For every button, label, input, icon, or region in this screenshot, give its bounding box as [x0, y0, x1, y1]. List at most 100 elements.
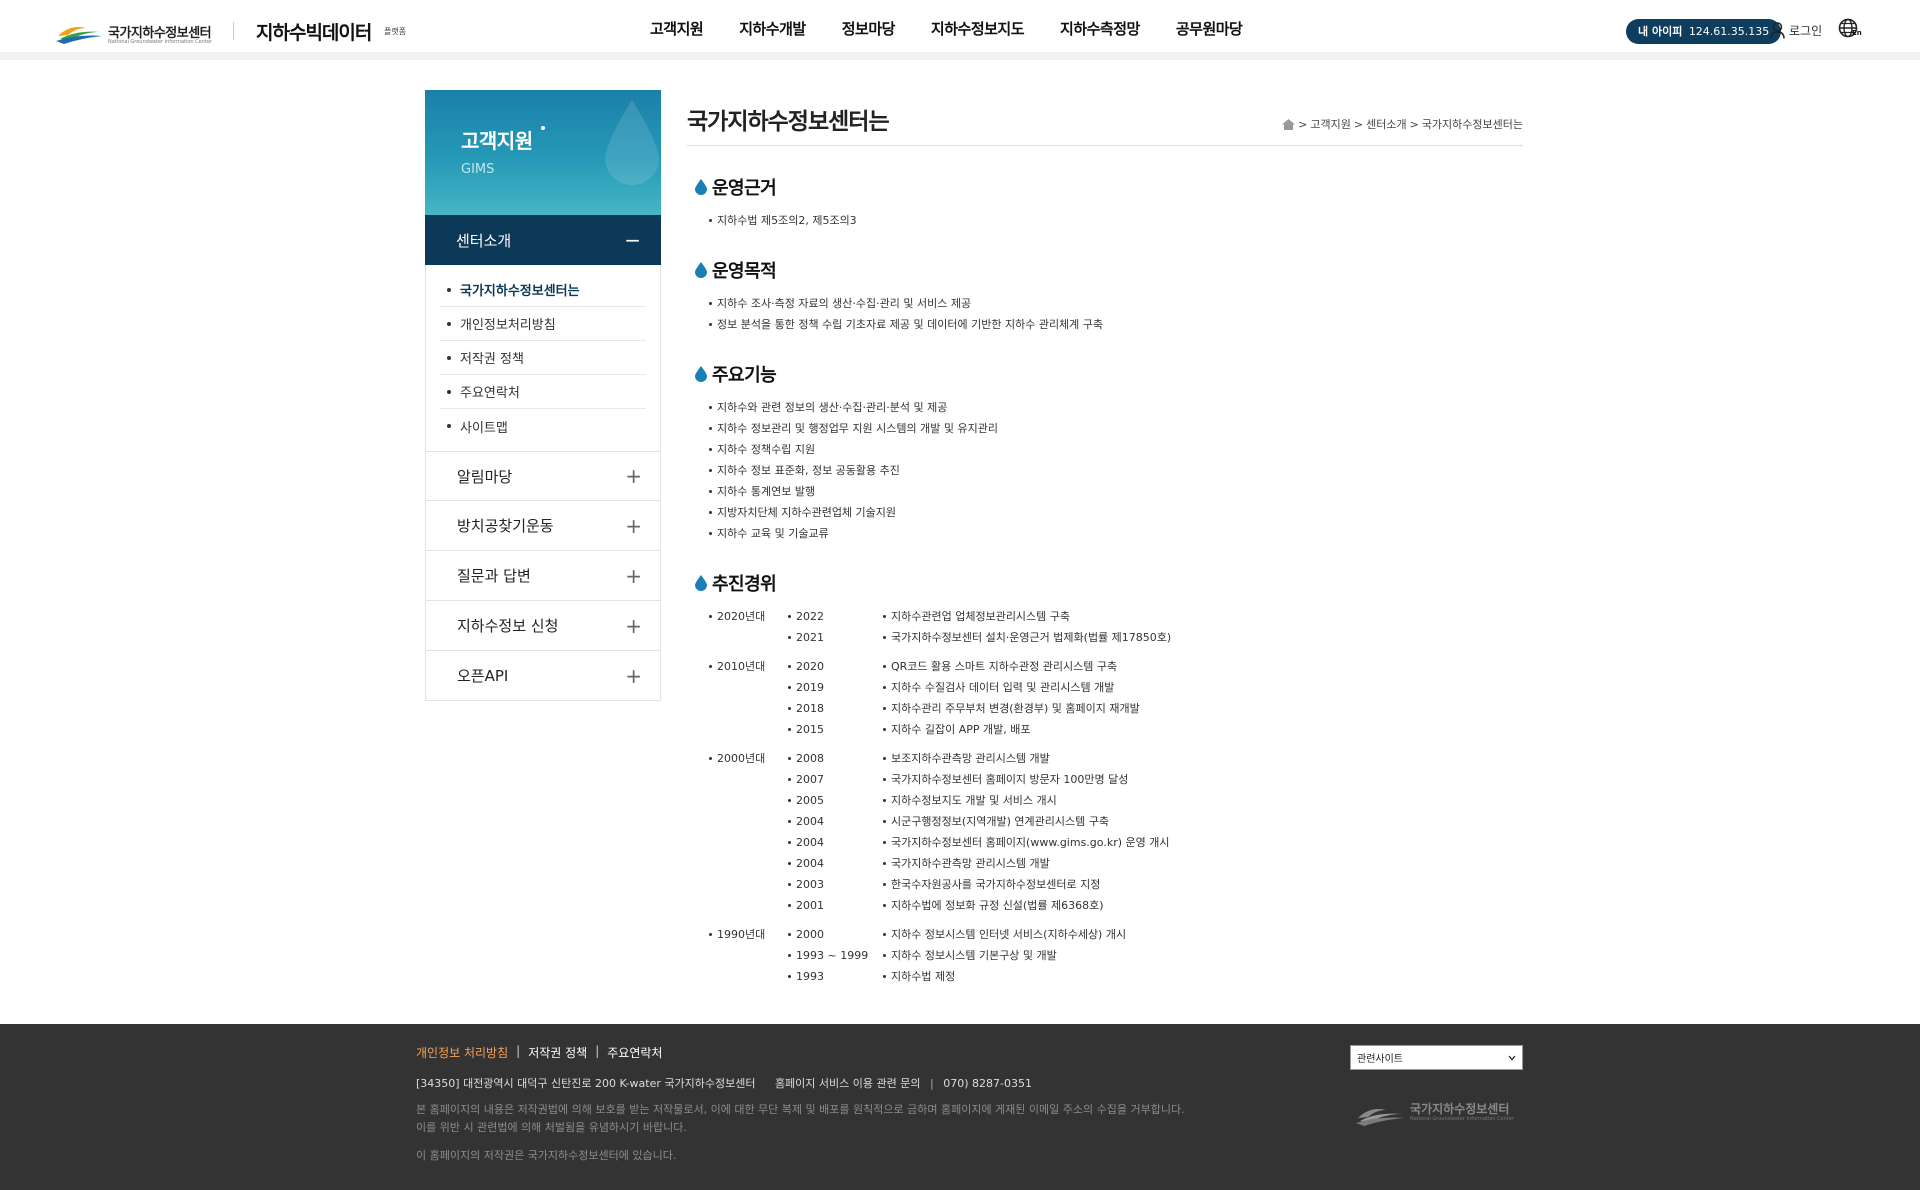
inquiry-label: 홈페이지 서비스 이용 관련 문의 [774, 1077, 921, 1090]
list-item: 지하수 정책수립 지원 [709, 441, 998, 462]
history-event: 2008 보조지하수관측망 관리시스템 개발 [709, 750, 1050, 771]
footer-link-privacy[interactable]: 개인정보 처리방침 [416, 1044, 508, 1061]
submenu-item-privacy[interactable]: 개인정보처리방침 [440, 307, 646, 341]
water-drop-icon [695, 262, 707, 278]
footer-links: 개인정보 처리방침 | 저작권 정책 | 주요연락처 [416, 1044, 662, 1061]
history-event: 1993 지하수법 제정 [709, 968, 955, 989]
notice-line: 이를 위반 시 관련법에 의해 처벌됨을 유념하시기 바랍니다. [416, 1121, 687, 1134]
logo-divider [233, 22, 234, 40]
nav-groundwater-map[interactable]: 지하수정보지도 [931, 18, 1025, 39]
sidebar-item-label: 방치공찾기운동 [457, 517, 554, 535]
event-year: 2015 [788, 721, 824, 738]
sidebar-header: 고객지원 GIMS [425, 90, 661, 215]
water-drop-decoration-icon [605, 100, 659, 185]
event-text: 지하수 정보시스템 인터넷 서비스(지하수세상) 개시 [883, 926, 1126, 943]
logo-swoosh-icon [56, 27, 102, 44]
bullet-icon [447, 424, 451, 428]
nav-information[interactable]: 정보마당 [842, 18, 896, 39]
collapse-icon: − [624, 228, 641, 252]
main-content: 국가지하수정보센터는 > 고객지원 > 센터소개 > 국가지하수정보센터는 운영… [687, 90, 1523, 983]
breadcrumb-separator: > [1298, 117, 1308, 131]
sidebar-item-info-request[interactable]: 지하수정보 신청 + [425, 601, 661, 651]
history-event: 2020 QR코드 활용 스마트 지하수관정 관리시스템 구축 [709, 658, 1117, 679]
footer-logo-subtitle: National Groundwater Information Center [1410, 1116, 1515, 1122]
phone-number: 070) 8287-0351 [943, 1077, 1032, 1090]
expand-icon: + [625, 513, 642, 538]
history-event: 2018 지하수관리 주무부처 변경(환경부) 및 홈페이지 재개발 [709, 700, 1140, 721]
sidebar-item-notice[interactable]: 알림마당 + [425, 451, 661, 501]
footer-link-contacts[interactable]: 주요연락처 [607, 1044, 662, 1061]
submenu-item-copyright[interactable]: 저작권 정책 [440, 341, 646, 375]
language-button[interactable]: En [1838, 18, 1864, 42]
footer-divider: | [929, 1077, 934, 1090]
nav-officials[interactable]: 공무원마당 [1176, 18, 1243, 39]
event-text: 한국수자원공사를 국가지하수정보센터로 지정 [883, 876, 1100, 893]
event-year: 2005 [788, 792, 824, 809]
breadcrumb-item[interactable]: 센터소개 [1366, 116, 1406, 132]
section-title-text: 운영목적 [712, 261, 777, 282]
history-event: 2004 시군구행정정보(지역개발) 연계관리시스템 구축 [709, 813, 1109, 834]
ip-value: 124.61.35.135 [1688, 25, 1770, 38]
list-item: 지방자치단체 지하수관련업체 기술지원 [709, 504, 998, 525]
nav-groundwater-development[interactable]: 지하수개발 [739, 18, 806, 39]
event-year: 1993 ~ 1999 [788, 947, 868, 964]
submenu-item-contacts[interactable]: 주요연락처 [440, 375, 646, 409]
footer-link-divider: | [516, 1044, 521, 1058]
event-year: 2018 [788, 700, 824, 717]
footer-notice: 본 홈페이지의 내용은 저작권법에 의해 보호를 받는 저작물로서, 이에 대한… [416, 1101, 1185, 1137]
submenu-label: 저작권 정책 [460, 352, 524, 367]
section-history: 추진경위 2020년대 2022 지하수관련업 업체정보관리시스템 구축 202… [695, 570, 1171, 997]
section-title: 운영근거 [695, 174, 857, 200]
sidebar-item-qna[interactable]: 질문과 답변 + [425, 551, 661, 601]
site-logo[interactable]: 국가지하수정보센터 National Groundwater Informati… [56, 18, 226, 50]
submenu-label: 사이트맵 [460, 420, 508, 436]
language-label: En [1852, 29, 1862, 37]
platform-logo[interactable]: 지하수빅데이터 [256, 18, 372, 45]
event-text: 지하수관리 주무부처 변경(환경부) 및 홈페이지 재개발 [883, 700, 1140, 717]
logo-subtitle: National Groundwater Information Center [108, 39, 213, 45]
event-text: 시군구행정정보(지역개발) 연계관리시스템 구축 [883, 813, 1109, 830]
footer-link-divider: | [595, 1044, 600, 1058]
footer-logo-swoosh-icon [1356, 1109, 1404, 1126]
history-event: 2001 지하수법에 정보화 규정 신설(법률 제6368호) [709, 897, 1103, 918]
submenu-item-center-about[interactable]: 국가지하수정보센터는 [440, 273, 646, 307]
breadcrumb-separator: > [1409, 117, 1419, 131]
submenu-item-sitemap[interactable]: 사이트맵 [440, 409, 646, 443]
event-text: 지하수관련업 업체정보관리시스템 구축 [883, 608, 1070, 625]
bullet-icon [447, 288, 451, 292]
sidebar-subtitle: GIMS [461, 162, 495, 177]
section-basis: 운영근거 지하수법 제5조의2, 제5조의3 [695, 174, 857, 233]
sidebar-item-open-api[interactable]: 오픈API + [425, 651, 661, 701]
footer-address: [34350] 대전광역시 대덕구 신탄진로 200 K-water 국가지하수… [416, 1075, 1048, 1091]
nav-monitoring-network[interactable]: 지하수측정망 [1060, 18, 1140, 39]
login-label: 로그인 [1789, 24, 1823, 38]
history-event: 2015 지하수 길잡이 APP 개발, 배포 [709, 721, 1030, 742]
sidebar-item-label: 질문과 답변 [457, 567, 531, 585]
list-item: 정보 분석을 통한 정책 수립 기초자료 제공 및 데이터에 기반한 지하수 관… [709, 316, 1103, 337]
bullet-icon [447, 390, 451, 394]
login-link[interactable]: 로그인 [1770, 22, 1822, 39]
nav-customer-support[interactable]: 고객지원 [650, 18, 704, 39]
history-event: 2021 국가지하수정보센터 설치·운영근거 법제화(법률 제17850호) [709, 629, 1171, 650]
section-purpose: 운영목적 지하수 조사·측정 자료의 생산·수집·관리 및 서비스 제공 정보 … [695, 257, 1103, 337]
footer-link-copyright[interactable]: 저작권 정책 [528, 1044, 587, 1061]
sidebar-submenu: 국가지하수정보센터는 개인정보처리방침 저작권 정책 주요연락처 사이트맵 [425, 265, 661, 451]
home-icon[interactable] [1282, 118, 1296, 130]
event-year: 2021 [788, 629, 824, 646]
sidebar-item-abandoned-well[interactable]: 방치공찾기운동 + [425, 501, 661, 551]
section-title: 추진경위 [695, 570, 777, 596]
sidebar-item-center-intro[interactable]: 센터소개 − [425, 215, 661, 265]
related-sites-select[interactable]: 관련사이트 [1350, 1045, 1523, 1070]
footer-logo: 국가지하수정보센터 National Groundwater Informati… [1356, 1100, 1526, 1130]
decade-group: 1990년대 2000 지하수 정보시스템 인터넷 서비스(지하수세상) 개시 … [709, 926, 1126, 989]
breadcrumb-item[interactable]: 고객지원 [1310, 116, 1350, 132]
site-header: 국가지하수정보센터 National Groundwater Informati… [0, 0, 1920, 60]
header-shade [0, 52, 1920, 60]
event-text: 국가지하수정보센터 홈페이지(www.gims.go.kr) 운영 개시 [883, 834, 1169, 851]
event-text: 지하수법 제정 [883, 968, 955, 985]
bullet-list: 지하수법 제5조의2, 제5조의3 [695, 212, 857, 233]
list-item: 지하수법 제5조의2, 제5조의3 [709, 212, 857, 233]
history-event: 2007 국가지하수정보센터 홈페이지 방문자 100만명 달성 [709, 771, 1128, 792]
history-event: 2022 지하수관련업 업체정보관리시스템 구축 [709, 608, 1070, 629]
footer-logo-name: 국가지하수정보센터 [1410, 1102, 1510, 1116]
